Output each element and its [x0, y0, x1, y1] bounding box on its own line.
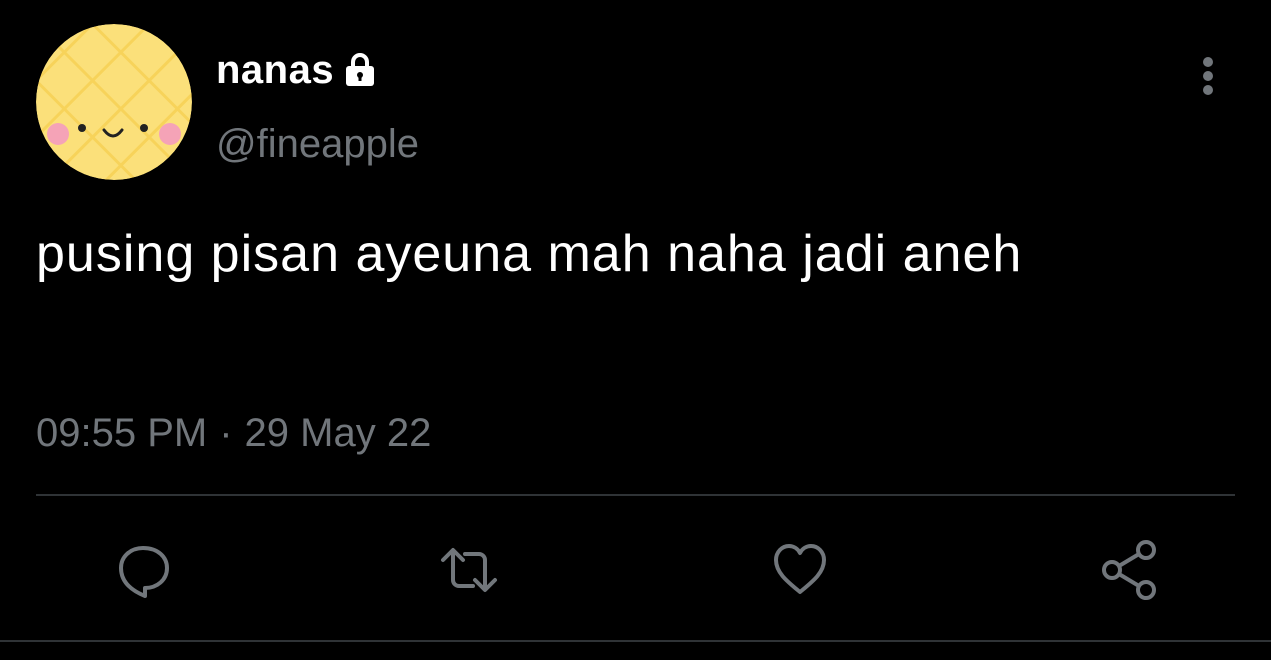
heart-icon [774, 544, 826, 594]
lock-icon [340, 50, 380, 90]
retweet-icon [441, 548, 497, 592]
more-options-button[interactable] [1188, 52, 1228, 100]
pineapple-face-avatar-icon [36, 24, 192, 180]
share-button[interactable] [1098, 538, 1162, 602]
reply-icon [119, 546, 169, 598]
tweet-card: nanas @fineapple pusing pisan ayeuna mah… [0, 0, 1271, 660]
avatar[interactable] [36, 24, 192, 180]
like-button[interactable] [768, 538, 832, 602]
divider [36, 494, 1235, 496]
user-handle[interactable]: @fineapple [216, 120, 419, 168]
share-icon [1102, 540, 1156, 600]
tweet-date: 29 May 22 [244, 411, 432, 455]
display-name[interactable]: nanas [216, 46, 334, 94]
retweet-button[interactable] [437, 538, 501, 602]
tweet-text: pusing pisan ayeuna mah naha jadi aneh [36, 225, 1023, 283]
meta-separator: · [219, 411, 233, 455]
tweet-timestamp[interactable]: 09:55 PM · 29 May 22 [36, 406, 431, 460]
tweet-time: 09:55 PM [36, 411, 208, 455]
display-name-row: nanas [216, 46, 380, 94]
bottom-divider [0, 640, 1271, 642]
reply-button[interactable] [111, 538, 175, 602]
vertical-ellipsis-icon [1203, 57, 1213, 95]
